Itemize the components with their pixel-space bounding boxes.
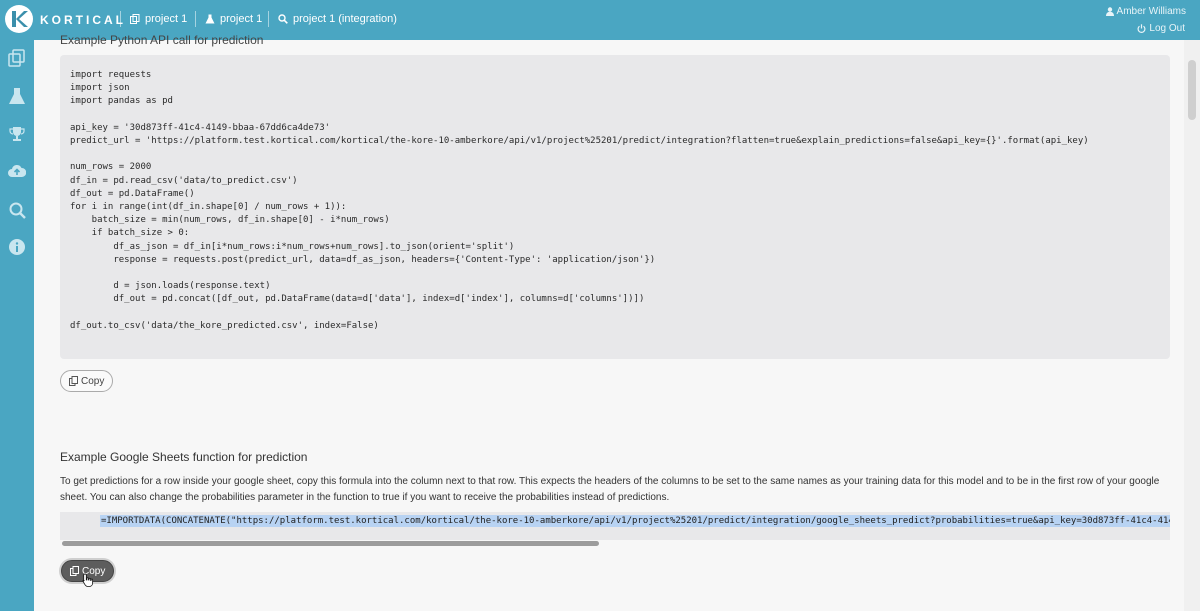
user-name: Amber Williams [1116,6,1186,17]
copy-button-label: Copy [81,375,105,387]
copy-icon [69,376,78,386]
sheets-formula[interactable]: =IMPORTDATA(CONCATENATE("https://platfor… [100,515,1170,527]
breadcrumb-project[interactable]: project 1 [120,11,188,27]
sidebar [0,40,34,611]
python-code[interactable]: import requests import json import panda… [70,69,1089,333]
kortical-logo-icon[interactable] [5,5,33,33]
search-icon [278,14,288,24]
breadcrumb-label: project 1 (integration) [293,13,397,25]
sidebar-item-integration[interactable] [7,200,27,220]
breadcrumb-integration[interactable]: project 1 (integration) [268,11,397,27]
copy-python-button[interactable]: Copy [60,370,114,392]
logout-label: Log Out [1149,23,1185,34]
vertical-scroll-thumb[interactable] [1188,60,1196,120]
breadcrumb-label: project 1 [220,13,263,25]
sidebar-item-deploy[interactable] [7,161,27,181]
brand-name: KORTICAL [40,13,126,27]
trophy-icon [9,127,25,141]
logout-link[interactable]: Log Out [1137,23,1185,34]
user-menu[interactable]: Amber Williams [1105,6,1186,17]
info-icon [9,239,25,255]
breadcrumb-experiment[interactable]: project 1 [195,11,263,27]
sidebar-item-leaderboard[interactable] [7,124,27,144]
python-section-title: Example Python API call for prediction [60,33,264,47]
breadcrumb-label: project 1 [145,13,188,25]
user-icon [1105,7,1114,16]
horizontal-scrollbar[interactable] [60,540,1170,548]
breadcrumb-divider [195,11,196,27]
power-icon [1137,24,1146,33]
sheets-formula-block[interactable]: =IMPORTDATA(CONCATENATE("https://platfor… [60,512,1170,540]
copy-icon [8,49,25,67]
copy-icon [70,566,79,576]
vertical-scrollbar[interactable] [1184,40,1200,611]
breadcrumb-divider [120,11,121,27]
cloud-upload-icon [8,164,26,177]
sheets-description: To get predictions for a row inside your… [60,476,1160,503]
sheets-section-title: Example Google Sheets function for predi… [60,450,308,464]
search-icon [9,202,26,219]
horizontal-scroll-thumb[interactable] [62,541,599,546]
sidebar-item-info[interactable] [7,237,27,257]
flask-icon [205,14,215,24]
breadcrumb-divider [268,11,269,27]
sidebar-item-experiments[interactable] [7,86,27,106]
copy-icon [130,14,140,24]
flask-icon [9,88,25,104]
cursor-icon [82,573,93,587]
sidebar-item-projects[interactable] [7,48,27,68]
